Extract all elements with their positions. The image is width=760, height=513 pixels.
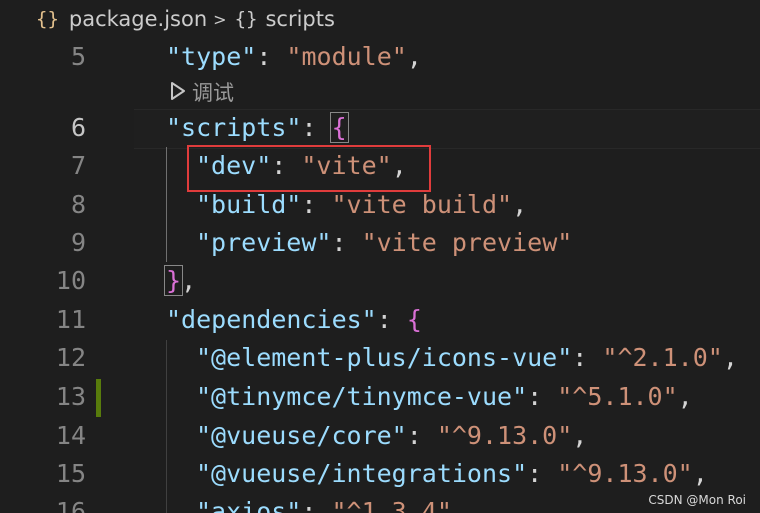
codelens-debug[interactable]: 调试 xyxy=(170,76,234,110)
line-code: "preview": "vite preview" xyxy=(196,224,572,262)
json-key: "preview" xyxy=(196,228,332,257)
chevron-right-icon: > xyxy=(213,9,227,29)
line-number: 7 xyxy=(70,151,86,180)
line-number: 16 xyxy=(55,497,86,513)
json-value: "^2.1.0" xyxy=(602,343,723,372)
json-colon: : xyxy=(527,382,558,411)
json-colon: : xyxy=(301,113,332,142)
code-line[interactable]: 15 "@vueuse/integrations": "^9.13.0", xyxy=(0,455,760,493)
code-editor[interactable]: 调试 5 "type": "module", 6 "scripts": {7 "dev"… xyxy=(0,38,760,513)
json-key: "@element-plus/icons-vue" xyxy=(196,343,573,372)
json-comma: , xyxy=(677,382,693,411)
line-number: 11 xyxy=(55,305,86,334)
json-key: "axios" xyxy=(196,497,302,513)
json-comma: , xyxy=(406,42,422,71)
json-comma: , xyxy=(181,266,197,295)
json-key: "build" xyxy=(196,190,302,219)
line-number: 6 xyxy=(70,113,86,142)
json-colon: : xyxy=(331,228,362,257)
json-file-icon: {} xyxy=(36,8,59,30)
json-colon: : xyxy=(301,190,332,219)
line-code: "@vueuse/integrations": "^9.13.0", xyxy=(196,455,708,493)
open-bracket: { xyxy=(329,112,349,143)
code-line[interactable]: 11 "dependencies": { xyxy=(0,301,760,339)
json-colon: : xyxy=(256,42,287,71)
code-line[interactable]: 13 "@tinymce/tinymce-vue": "^5.1.0", xyxy=(0,378,760,416)
json-colon: : xyxy=(572,343,603,372)
json-key: "@vueuse/integrations" xyxy=(196,459,528,488)
json-key: "@tinymce/tinymce-vue" xyxy=(196,382,528,411)
line-number: 14 xyxy=(55,421,86,450)
code-line[interactable]: 6 "scripts": { xyxy=(0,109,760,147)
json-colon: : xyxy=(527,459,558,488)
breadcrumb: {} package.json > {} scripts xyxy=(0,0,760,38)
json-comma: , xyxy=(512,190,528,219)
code-line[interactable]: 9 "preview": "vite preview" xyxy=(0,224,760,262)
json-key: "type" xyxy=(166,42,257,71)
line-number: 9 xyxy=(70,228,86,257)
json-colon: : xyxy=(376,305,407,334)
json-colon: : xyxy=(301,497,332,513)
line-code: "scripts": { xyxy=(166,109,349,147)
json-value: "module" xyxy=(286,42,407,71)
line-code: "type": "module", xyxy=(166,38,422,76)
json-value: "vite build" xyxy=(331,190,513,219)
code-line[interactable]: 14 "@vueuse/core": "^9.13.0", xyxy=(0,417,760,455)
json-key: "dependencies" xyxy=(166,305,377,334)
json-comma: , xyxy=(572,421,588,450)
code-line[interactable]: 10}, xyxy=(0,262,760,300)
code-line[interactable]: 12 "@element-plus/icons-vue": "^2.1.0", xyxy=(0,339,760,377)
json-value: "vite preview" xyxy=(361,228,573,257)
line-code: "dependencies": { xyxy=(166,301,422,339)
json-value: "^9.13.0" xyxy=(557,459,693,488)
line-code: "axios": "^1.3.4" xyxy=(196,493,452,513)
json-colon: : xyxy=(406,421,437,450)
red-highlight-box xyxy=(187,145,431,192)
json-value: "^1.3.4" xyxy=(331,497,452,513)
watermark: CSDN @Mon Roi xyxy=(648,493,746,507)
line-number: 8 xyxy=(70,190,86,219)
codelens-label: 调试 xyxy=(192,81,234,105)
json-key: "@vueuse/core" xyxy=(196,421,407,450)
json-comma: , xyxy=(692,459,708,488)
breadcrumb-file[interactable]: package.json xyxy=(69,7,207,31)
code-line[interactable]: 5 "type": "module", xyxy=(0,38,760,76)
code-line[interactable]: 16 "axios": "^1.3.4" xyxy=(0,493,760,513)
open-bracket: { xyxy=(406,305,422,334)
line-number: 5 xyxy=(70,42,86,71)
run-icon xyxy=(170,76,186,110)
json-key: "scripts" xyxy=(166,113,302,142)
object-icon: {} xyxy=(234,8,258,30)
json-value: "^5.1.0" xyxy=(557,382,678,411)
line-number: 13 xyxy=(55,382,86,411)
json-comma: , xyxy=(722,343,738,372)
line-code: "@vueuse/core": "^9.13.0", xyxy=(196,417,587,455)
json-value: "^9.13.0" xyxy=(436,421,573,450)
line-number: 12 xyxy=(55,343,86,372)
breadcrumb-node[interactable]: scripts xyxy=(265,7,334,31)
line-code: "@tinymce/tinymce-vue": "^5.1.0", xyxy=(196,378,693,416)
line-code: "@element-plus/icons-vue": "^2.1.0", xyxy=(196,339,738,377)
line-number: 15 xyxy=(55,459,86,488)
line-number: 10 xyxy=(55,266,86,295)
line-code: }, xyxy=(164,262,197,300)
